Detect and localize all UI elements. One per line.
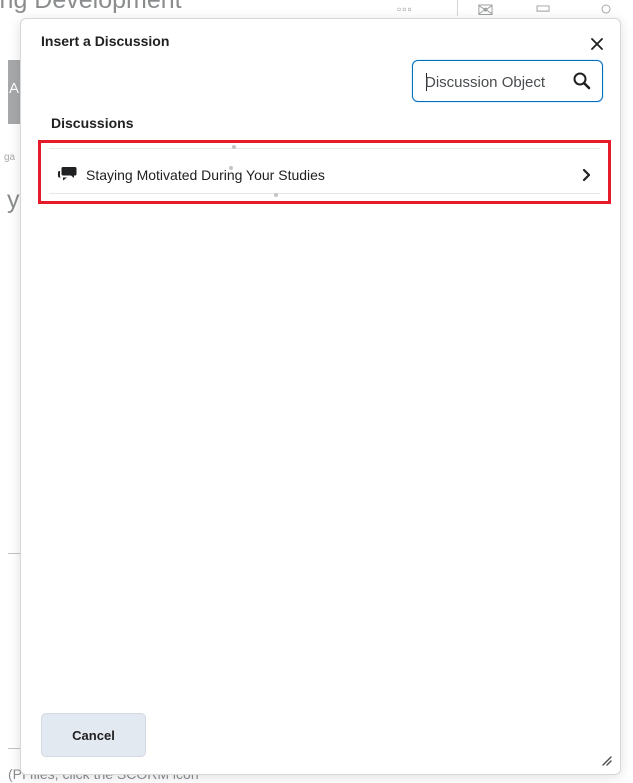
- chevron-right-icon: [582, 168, 591, 182]
- grid-icon: ▫▫▫: [397, 2, 413, 16]
- toolbar-divider: [457, 0, 458, 16]
- dialog-title: Insert a Discussion: [41, 33, 170, 49]
- drag-handle-dot: [229, 166, 233, 170]
- search-box: [412, 60, 603, 102]
- background-page-title: ing Development: [0, 0, 182, 14]
- background-heading-fragment: y: [7, 186, 20, 214]
- list-item[interactable]: Staying Motivated During Your Studies: [38, 140, 611, 204]
- list-item-content: Staying Motivated During Your Studies: [49, 148, 600, 194]
- insert-discussion-dialog: Insert a Discussion Discussions Staying …: [20, 18, 621, 775]
- close-icon: [591, 38, 603, 50]
- drag-handle-dot: [274, 193, 278, 197]
- search-input[interactable]: [425, 72, 565, 92]
- discussions-heading: Discussions: [51, 115, 134, 131]
- cancel-button[interactable]: Cancel: [41, 713, 146, 757]
- drag-handle-dot: [232, 145, 236, 149]
- resize-handle-icon[interactable]: [600, 754, 612, 766]
- search-icon: [573, 72, 591, 90]
- discussion-icon: [58, 167, 77, 181]
- search-button[interactable]: [572, 71, 592, 91]
- close-button[interactable]: [586, 33, 608, 55]
- background-text-fragment: ga: [4, 152, 16, 163]
- list-item-label: Staying Motivated During Your Studies: [86, 167, 325, 183]
- chat-icon: ▭: [535, 0, 552, 17]
